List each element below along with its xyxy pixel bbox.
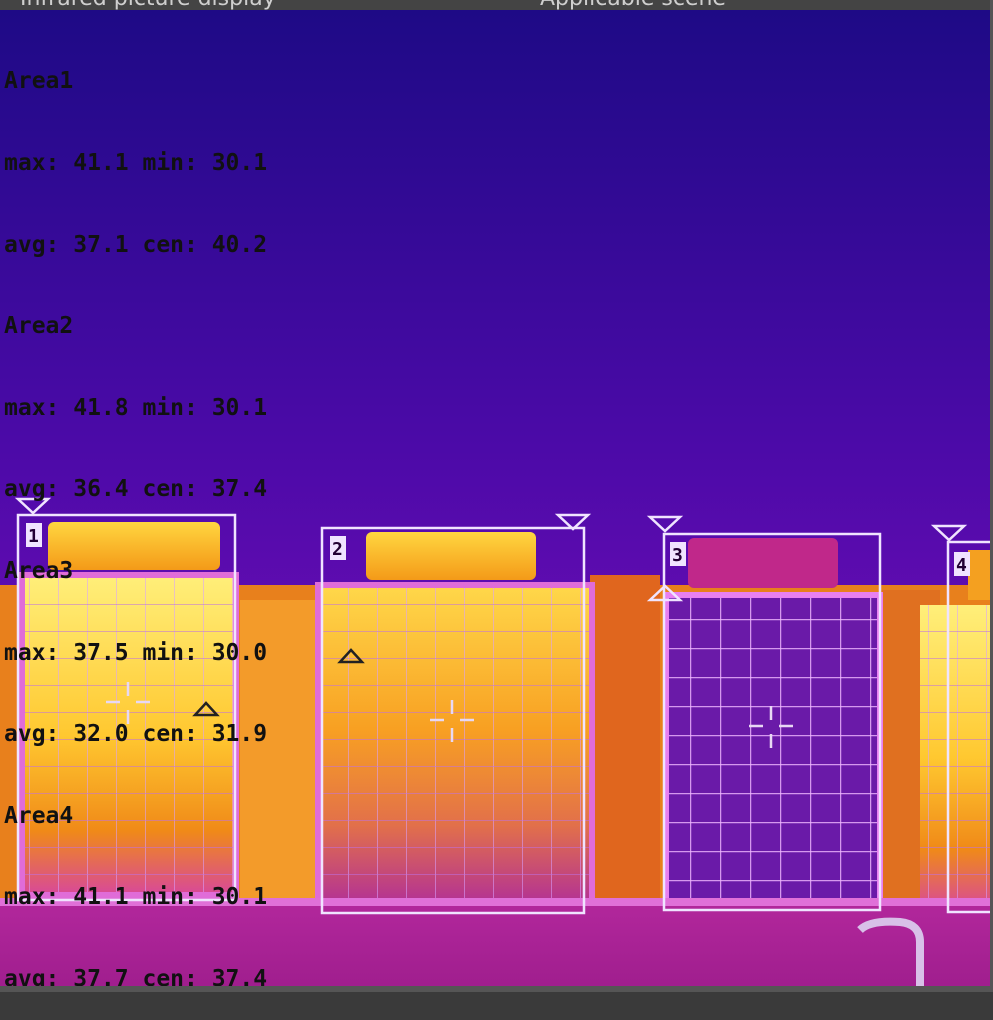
area4-max-min: max: 41.1 min: 30.1	[4, 884, 268, 911]
area1-title: Area1	[4, 68, 74, 95]
box-label-3: 3	[672, 545, 683, 566]
area3-avg-cen: avg: 32.0 cen: 31.9	[4, 721, 268, 748]
area1-avg-cen: avg: 37.1 cen: 40.2	[4, 231, 268, 258]
area2-title: Area2	[4, 313, 74, 340]
box-label-4: 4	[956, 555, 967, 576]
area3-max-min: max: 37.5 min: 30.0	[4, 639, 268, 666]
temperature-readout: Area1 max: 41.1 min: 30.1 avg: 37.1 cen:…	[4, 14, 267, 1020]
bottom-border	[0, 986, 993, 992]
unit-3	[663, 538, 883, 913]
area1-max-min: max: 41.1 min: 30.1	[4, 150, 268, 176]
area4-title: Area4	[4, 802, 74, 829]
left-caption: Infrared picture display	[20, 0, 276, 10]
area3-title: Area3	[4, 557, 74, 584]
unit-2	[315, 532, 595, 908]
area2-max-min: max: 41.8 min: 30.1	[4, 394, 268, 421]
top-caption-bar: Infrared picture display Applicable scen…	[0, 0, 993, 10]
box-label-2: 2	[332, 539, 343, 560]
area2-avg-cen: avg: 36.4 cen: 37.4	[4, 476, 268, 503]
right-caption: Applicable scene	[540, 0, 726, 10]
